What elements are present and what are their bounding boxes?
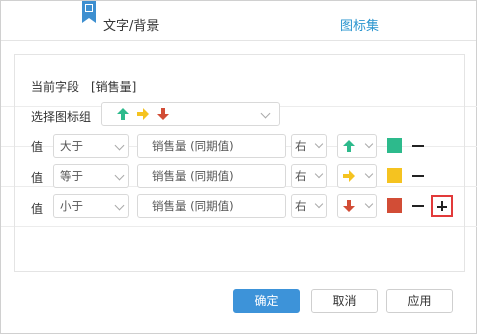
chevron-down-icon	[364, 169, 374, 179]
rule-icon-select[interactable]	[337, 194, 377, 218]
apply-button[interactable]: 应用	[386, 289, 453, 313]
tab-bar: 文字/背景 图标集	[1, 1, 476, 41]
rule-value-field[interactable]: 销售量 (同期值)	[137, 134, 286, 158]
icon-group-select[interactable]	[101, 102, 280, 126]
rule-icon-select[interactable]	[337, 164, 377, 188]
ok-button[interactable]: 确定	[233, 289, 300, 313]
cancel-button[interactable]: 取消	[311, 289, 378, 313]
chevron-down-icon	[364, 139, 374, 149]
chevron-down-icon	[314, 139, 324, 149]
color-swatch-red[interactable]	[387, 198, 402, 213]
rule-value-label: 值	[31, 140, 44, 154]
rule-value-field[interactable]: 销售量 (同期值)	[137, 164, 286, 188]
chevron-down-icon	[114, 200, 125, 211]
rule-operator-select[interactable]: 大于	[53, 134, 129, 158]
remove-rule-icon[interactable]	[412, 175, 424, 177]
rule-side-value: 右	[295, 199, 307, 213]
chevron-down-icon	[114, 170, 125, 181]
rule-value-text: 销售量 (同期值)	[152, 169, 234, 183]
chevron-down-icon	[314, 199, 324, 209]
rule-icon-select[interactable]	[337, 134, 377, 158]
rule-side-value: 右	[295, 169, 307, 183]
rule-value-field[interactable]: 销售量 (同期值)	[137, 194, 286, 218]
arrow-down-red-icon	[343, 200, 355, 212]
color-swatch-yellow[interactable]	[387, 168, 402, 183]
tab-icon-set[interactable]: 图标集	[340, 15, 379, 34]
rule-value-label: 值	[31, 171, 44, 185]
icon-set-panel	[14, 54, 465, 272]
arrow-up-green-icon	[343, 140, 355, 152]
tab-text-background[interactable]: 文字/背景	[103, 15, 159, 34]
rule-operator-select[interactable]: 小于	[53, 194, 129, 218]
remove-rule-icon[interactable]	[412, 205, 424, 207]
arrow-down-red-icon	[157, 108, 169, 120]
bookmark-icon	[82, 1, 96, 23]
rule-value-text: 销售量 (同期值)	[152, 199, 234, 213]
plus-icon-stroke	[441, 201, 443, 211]
rule-side-value: 右	[295, 139, 307, 153]
arrow-right-yellow-icon	[343, 170, 355, 182]
arrow-up-green-icon	[117, 108, 129, 120]
rule-operator-value: 小于	[60, 199, 83, 213]
chevron-down-icon	[114, 140, 125, 151]
rule-side-select[interactable]: 右	[291, 164, 327, 188]
current-field-value: [销售量]	[91, 80, 137, 94]
rule-operator-value: 大于	[60, 139, 83, 153]
remove-rule-icon[interactable]	[412, 145, 424, 147]
rule-value-label: 值	[31, 202, 44, 216]
rule-operator-select[interactable]: 等于	[53, 164, 129, 188]
arrow-right-yellow-icon	[137, 108, 149, 120]
rule-value-text: 销售量 (同期值)	[152, 139, 234, 153]
rule-side-select[interactable]: 右	[291, 134, 327, 158]
chevron-down-icon	[314, 169, 324, 179]
rule-operator-value: 等于	[60, 169, 83, 183]
color-swatch-green[interactable]	[387, 138, 402, 153]
icon-group-label: 选择图标组	[31, 110, 92, 124]
chevron-down-icon	[260, 108, 271, 119]
current-field-label: 当前字段	[31, 80, 80, 94]
conditional-format-dialog: 文字/背景 图标集 当前字段 [销售量] 选择图标组 值 大于 销售量 (同期值…	[0, 0, 477, 334]
rule-side-select[interactable]: 右	[291, 194, 327, 218]
add-rule-button[interactable]	[431, 195, 453, 217]
chevron-down-icon	[364, 199, 374, 209]
